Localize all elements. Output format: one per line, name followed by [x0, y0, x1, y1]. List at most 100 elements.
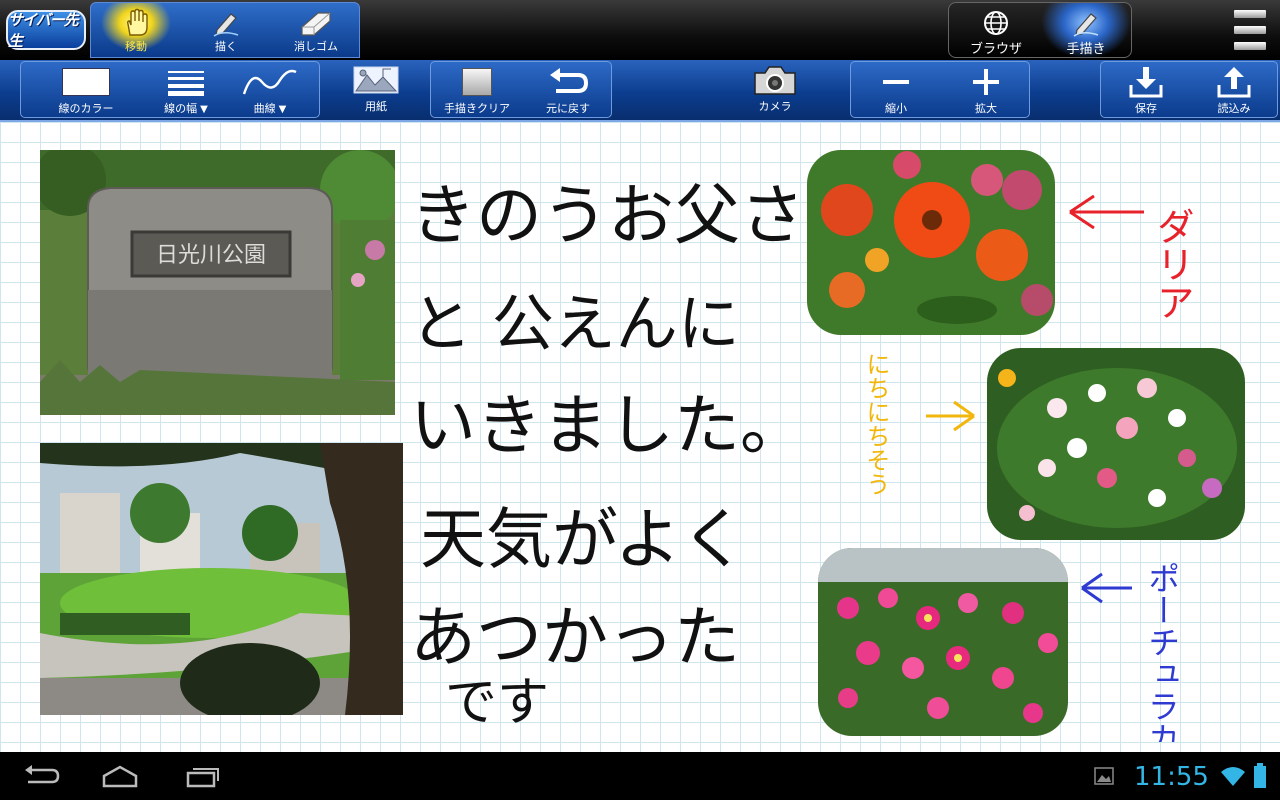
browser-button[interactable]: ブラウザ — [951, 3, 1041, 59]
clock: 11:55 — [1134, 762, 1209, 792]
mode-selector: 移動 描く 消しゴム — [90, 2, 361, 59]
browser-label: ブラウザ — [969, 42, 1022, 57]
menu-button[interactable] — [1234, 10, 1266, 50]
app-window: サイバー先生 移動 描く 消しゴム ブラウザ 手描き 線のカラー 線の幅 ▼ 曲… — [0, 0, 1280, 800]
image-icon — [1094, 767, 1114, 785]
flower-label-periwinkle: にちにちそう — [862, 352, 890, 496]
mode-eraser-button[interactable]: 消しゴム — [271, 3, 361, 59]
color-swatch-icon — [62, 64, 110, 100]
photo-periwinkle[interactable] — [987, 348, 1245, 540]
menu-bar — [1234, 42, 1266, 50]
home-icon — [102, 765, 138, 788]
zoom-group: 縮小 拡大 — [850, 61, 1030, 118]
note-line-3: いきました。 — [410, 387, 795, 464]
recent-apps-icon — [186, 768, 219, 788]
back-button[interactable] — [22, 760, 62, 792]
mode-move-button[interactable]: 移動 — [91, 3, 181, 59]
line-width-label: 線の幅 ▼ — [164, 100, 208, 116]
curve-icon — [242, 64, 298, 100]
pen-icon — [1071, 8, 1101, 38]
camera-button[interactable]: カメラ — [742, 62, 808, 116]
eraser-icon — [299, 8, 333, 38]
photo-park-sign[interactable]: 日光川公園 — [40, 150, 395, 415]
dahlia-annotation: ダリア — [1069, 194, 1194, 321]
flower-label-portulaca: ポーチュラカ — [1143, 562, 1181, 742]
dropdown-arrow-icon: ▼ — [200, 104, 208, 115]
view-mode-group: ブラウザ 手描き — [948, 2, 1132, 59]
wifi-icon — [1221, 767, 1245, 786]
undo-icon — [548, 64, 588, 100]
camera-label: カメラ — [758, 100, 792, 113]
undo-button[interactable]: 元に戻す — [529, 64, 607, 118]
photo-dahlia[interactable] — [807, 150, 1055, 335]
battery-status — [1250, 760, 1270, 792]
globe-icon — [982, 8, 1010, 38]
line-width-icon — [166, 64, 206, 100]
line-width-button[interactable]: 線の幅 ▼ — [151, 64, 221, 118]
file-group: 保存 読込み — [1100, 61, 1278, 118]
zoom-in-button[interactable]: 拡大 — [951, 64, 1021, 118]
mode-draw-button[interactable]: 描く — [181, 3, 271, 59]
upload-icon — [1216, 64, 1252, 100]
flower-label-dahlia: ダリア — [1150, 207, 1194, 321]
pen-icon — [209, 8, 243, 38]
edit-group: 手描きクリア 元に戻す — [430, 61, 612, 118]
line-color-button[interactable]: 線のカラー — [41, 64, 131, 118]
hand-icon — [119, 8, 153, 38]
recent-apps-button[interactable] — [182, 760, 222, 792]
drawing-canvas[interactable]: 日光川公園 きのうお父さ と 公えんに いきました。 天気がよく あつかった で… — [0, 122, 1280, 752]
wifi-status — [1220, 760, 1246, 792]
handwriting-button[interactable]: 手描き — [1041, 3, 1131, 59]
mode-draw-label: 描く — [215, 40, 237, 53]
curve-text: 曲線 — [253, 102, 276, 115]
zoom-in-label: 拡大 — [975, 102, 997, 115]
top-bar: サイバー先生 移動 描く 消しゴム ブラウザ 手描き — [0, 0, 1280, 60]
zoom-out-button[interactable]: 縮小 — [861, 64, 931, 118]
system-nav-bar: 11:55 — [0, 752, 1280, 800]
paper-icon — [353, 62, 399, 98]
line-color-label: 線のカラー — [58, 102, 114, 115]
photo-portulaca[interactable] — [818, 548, 1068, 736]
gallery-notification[interactable] — [1092, 760, 1116, 792]
camera-icon — [751, 62, 799, 98]
save-button[interactable]: 保存 — [1111, 64, 1181, 118]
download-icon — [1128, 64, 1164, 100]
menu-bar — [1234, 26, 1266, 34]
note-line-1: きのうお父さん — [410, 177, 795, 254]
dropdown-arrow-icon: ▼ — [278, 104, 287, 115]
menu-bar — [1234, 10, 1266, 18]
undo-label: 元に戻す — [546, 102, 590, 115]
home-button[interactable] — [100, 760, 140, 792]
periwinkle-annotation: にちにちそう — [862, 352, 975, 496]
note-line-6: です — [445, 673, 549, 730]
park-sign-text: 日光川公園 — [156, 243, 266, 268]
curve-label: 曲線 ▼ — [254, 100, 287, 116]
plus-icon — [969, 64, 1003, 100]
back-icon — [25, 765, 60, 784]
save-label: 保存 — [1135, 102, 1157, 115]
load-label: 読込み — [1217, 102, 1251, 115]
zoom-out-label: 縮小 — [885, 102, 907, 115]
note-line-2: と 公えんに — [410, 287, 740, 360]
photo-park-lawn[interactable] — [40, 443, 403, 715]
handwritten-note: きのうお父さん と 公えんに いきました。 天気がよく あつかった です — [410, 177, 795, 730]
mode-eraser-label: 消しゴム — [294, 40, 338, 53]
paper-button[interactable]: 用紙 — [344, 62, 408, 116]
pen-settings-group: 線のカラー 線の幅 ▼ 曲線 ▼ — [20, 61, 320, 118]
paper-label: 用紙 — [365, 100, 387, 113]
battery-icon — [1254, 763, 1266, 788]
minus-icon — [879, 64, 913, 100]
handwriting-label: 手描き — [1066, 42, 1106, 57]
app-logo[interactable]: サイバー先生 — [6, 10, 86, 50]
load-button[interactable]: 読込み — [1199, 64, 1269, 118]
line-width-text: 線の幅 — [164, 102, 198, 115]
note-line-5: あつかった — [410, 599, 740, 676]
portulaca-annotation: ポーチュラカ — [1081, 562, 1181, 742]
toolbar: 線のカラー 線の幅 ▼ 曲線 ▼ 用紙 手描きクリア 元に戻す カメラ 縮小 拡… — [0, 60, 1280, 122]
clear-handwriting-label: 手描きクリア — [444, 102, 510, 115]
note-line-4: 天気がよく — [420, 501, 747, 578]
curve-button[interactable]: 曲線 ▼ — [235, 64, 305, 118]
clear-square-icon — [462, 64, 492, 100]
clear-handwriting-button[interactable]: 手描きクリア — [435, 64, 519, 118]
mode-move-label: 移動 — [125, 40, 147, 53]
